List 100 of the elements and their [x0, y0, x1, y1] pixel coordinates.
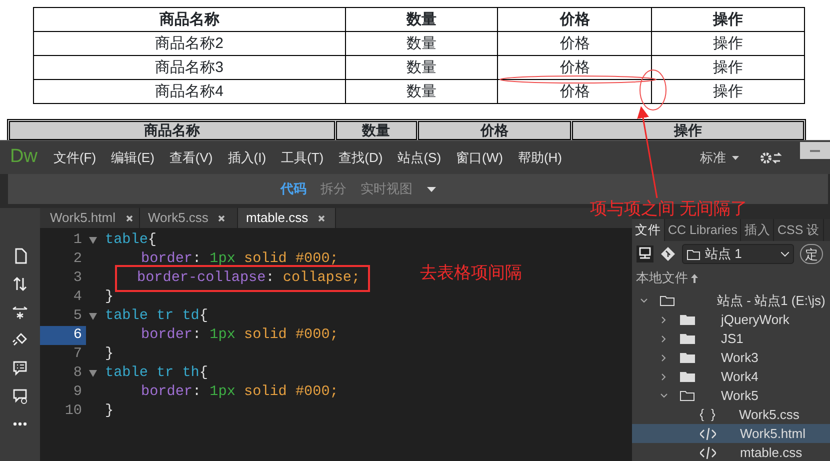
menu-item[interactable]: 插入(I): [228, 148, 266, 168]
line-number: 7: [72, 345, 83, 364]
line-number: 8: [72, 364, 83, 383]
file-tree-item[interactable]: Work4: [632, 367, 830, 386]
expand-icon[interactable]: [12, 304, 28, 320]
code-line: }: [105, 402, 114, 421]
monitor-icon[interactable]: [636, 245, 654, 263]
fold-icon[interactable]: [89, 237, 97, 244]
chevron-down-icon: [660, 392, 668, 400]
table-cell: 操作: [652, 56, 804, 80]
folder-icon: [680, 333, 695, 344]
menu-item[interactable]: 编辑(E): [111, 148, 154, 168]
table-cell: 价格: [498, 56, 652, 80]
table-cell: 数量: [345, 32, 498, 56]
column-header: 商品名称: [34, 8, 346, 32]
annotation-text: 项与项之间 无间隔了: [590, 198, 748, 220]
column-header: 操作: [652, 8, 804, 32]
chevron-down-icon: [640, 296, 648, 304]
table-cell: 操作: [652, 80, 804, 104]
arrows-icon[interactable]: [12, 276, 28, 292]
file-tree-item[interactable]: Work3: [632, 348, 830, 367]
chevron-right-icon: [660, 372, 668, 380]
menu-item[interactable]: 查找(D): [338, 148, 383, 168]
code-line: }: [105, 288, 114, 307]
caret-icon: [732, 156, 739, 160]
line-number: 4: [72, 288, 83, 307]
table-cell: 价格: [498, 80, 652, 104]
comment-icon[interactable]: [12, 360, 28, 376]
table-cell: 商品名称4: [34, 80, 346, 104]
chevron-right-icon: [660, 316, 668, 324]
document-tab[interactable]: Work5.html: [42, 208, 140, 228]
fold-icon[interactable]: [89, 313, 97, 320]
file-tree-item[interactable]: Work5.css: [632, 405, 830, 424]
file-tree-item[interactable]: 站点 - 站点1 (E:\js): [632, 291, 830, 310]
table-cell: 数量: [345, 80, 498, 104]
code-line: border: 1px solid #000;: [141, 382, 338, 402]
table-cell: 商品名称3: [34, 56, 346, 80]
panel-label: 本地文件: [636, 269, 688, 288]
menu-item[interactable]: 站点(S): [398, 148, 442, 168]
caret-icon[interactable]: [426, 186, 436, 192]
app-logo: Dw: [10, 145, 38, 170]
column-header: 数量: [336, 121, 417, 140]
site-button[interactable]: 定: [800, 244, 823, 264]
table-cell: 操作: [652, 32, 804, 56]
site-dropdown[interactable]: 站点 1: [682, 244, 794, 264]
column-header: 数量: [345, 8, 498, 32]
code-icon: [700, 446, 716, 458]
annotation-text: 去表格项间隔: [420, 262, 522, 284]
up-arrow-icon[interactable]: [691, 274, 698, 282]
chevron-right-icon: [660, 334, 668, 342]
line-number: 3: [72, 269, 83, 288]
table-cell: 价格: [498, 32, 652, 56]
line-number: 1: [72, 231, 83, 250]
file-tree-item[interactable]: mtable.css: [632, 443, 830, 461]
column-header: 价格: [418, 121, 571, 140]
menu-item[interactable]: 窗口(W): [456, 148, 503, 168]
folder-icon: [680, 352, 695, 363]
line-number: 5: [72, 307, 83, 326]
caret-icon: [781, 252, 789, 256]
folder-icon: [687, 248, 701, 260]
file-tree-item[interactable]: Work5: [632, 386, 830, 405]
column-header: 操作: [572, 121, 804, 140]
document-tab[interactable]: mtable.css: [238, 208, 336, 228]
panel-tab[interactable]: 文件: [632, 219, 665, 241]
minimize-button[interactable]: [800, 142, 830, 159]
code-line: table{: [105, 230, 156, 250]
comment-remove-icon[interactable]: [12, 388, 28, 404]
file-tree-item[interactable]: JS1: [632, 329, 830, 348]
folder-icon: [660, 295, 675, 306]
view-mode-tab[interactable]: 代码: [280, 179, 306, 199]
menu-item[interactable]: 文件(F): [53, 148, 96, 168]
code-line: table tr td{: [105, 306, 208, 326]
menu-item[interactable]: 查看(V): [169, 148, 213, 168]
column-header: 商品名称: [9, 121, 335, 140]
code-line: border-collapse: collapse;: [137, 268, 360, 288]
line-number: 6: [40, 326, 86, 345]
settings-icon[interactable]: [760, 150, 782, 164]
code-line: table tr th{: [105, 364, 208, 383]
folder-icon: [680, 314, 695, 325]
workspace-dropdown[interactable]: 标准: [700, 148, 739, 168]
line-number: 2: [72, 250, 83, 269]
close-icon[interactable]: [318, 214, 326, 222]
fold-icon[interactable]: [89, 370, 97, 377]
table-cell: 数量: [345, 56, 498, 80]
column-header: 价格: [498, 8, 652, 32]
close-icon[interactable]: [126, 214, 132, 222]
file-tree-item[interactable]: jQueryWork: [632, 310, 830, 329]
menu-item[interactable]: 工具(T): [281, 148, 324, 168]
braces-icon: [700, 408, 715, 420]
pen-icon[interactable]: [12, 332, 28, 348]
menu-item[interactable]: 帮助(H): [518, 148, 562, 168]
line-number: 10: [64, 402, 83, 421]
close-icon[interactable]: [218, 214, 226, 222]
table-cell: 商品名称2: [34, 32, 346, 56]
folder-icon: [680, 371, 695, 382]
code-icon: [700, 428, 716, 440]
code-line: }: [105, 344, 114, 364]
git-icon[interactable]: [660, 246, 676, 262]
file-tree-item[interactable]: Work5.html: [632, 424, 830, 443]
code-line: border: 1px solid #000;: [141, 326, 338, 345]
